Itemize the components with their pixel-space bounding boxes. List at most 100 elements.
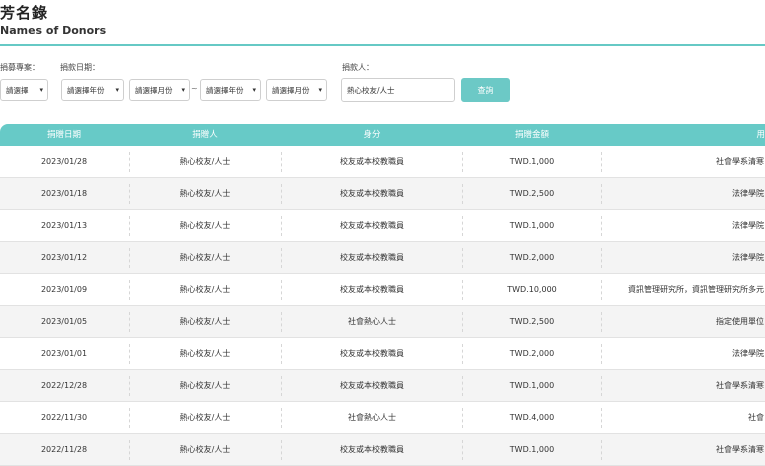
date-range-separator: ~ [191, 84, 198, 93]
table-row: 2023/01/09 熱心校友/人士 校友或本校教職員 TWD.10,000 資訊管理研… [0, 274, 765, 306]
year-to-select[interactable]: 請選擇年份 ▾ [200, 79, 261, 101]
cell-amount: TWD.1,000 [509, 445, 555, 454]
cell-date: 2022/11/30 [40, 413, 88, 422]
caret-down-icon: ▾ [181, 86, 185, 94]
column-divider [129, 344, 130, 364]
column-divider [462, 312, 463, 332]
table-row: 2022/12/28 熱心校友/人士 校友或本校教職員 TWD.1,000 社會學系清寒 [0, 370, 765, 402]
column-divider [281, 408, 282, 428]
table-row: 2023/01/05 熱心校友/人士 社會熱心人士 TWD.2,500 指定使用單位 [0, 306, 765, 338]
project-select[interactable]: 請選擇 ▾ [0, 79, 48, 101]
column-divider [281, 248, 282, 268]
cell-amount: TWD.2,500 [509, 189, 555, 198]
column-divider [281, 184, 282, 204]
caret-down-icon: ▾ [318, 86, 322, 94]
cell-purpose: 社會 [748, 413, 764, 422]
column-divider [601, 216, 602, 236]
cell-amount: TWD.10,000 [507, 285, 557, 294]
column-divider [281, 344, 282, 364]
donor-input[interactable]: 熱心校友/人士 [341, 78, 455, 102]
column-divider [601, 344, 602, 364]
header-identity: 身分 [363, 130, 381, 140]
cell-donor: 熱心校友/人士 [179, 285, 231, 294]
column-divider [129, 408, 130, 428]
column-divider [129, 376, 130, 396]
header-date: 捐贈日期 [46, 130, 81, 140]
table-row: 2022/11/28 熱心校友/人士 校友或本校教職員 TWD.1,000 社會學系清寒 [0, 434, 765, 466]
cell-amount: TWD.1,000 [509, 221, 555, 230]
cell-identity: 校友或本校教職員 [340, 189, 404, 198]
cell-purpose: 法律學院 [732, 221, 764, 230]
header-purpose: 用 [756, 130, 765, 140]
column-divider [462, 280, 463, 300]
month-from-value: 請選擇月份 [135, 85, 173, 95]
column-divider [462, 248, 463, 268]
year-to-value: 請選擇年份 [206, 85, 244, 95]
cell-donor: 熱心校友/人士 [179, 189, 231, 198]
cell-date: 2023/01/18 [40, 189, 88, 198]
cell-purpose: 法律學院 [732, 253, 764, 262]
project-filter-label: 捐募專案： [0, 63, 40, 72]
cell-date: 2023/01/12 [40, 253, 88, 262]
project-select-value: 請選擇 [6, 85, 29, 95]
cell-date: 2022/11/28 [40, 445, 88, 454]
header-amount: 捐贈金額 [514, 130, 549, 140]
column-divider [601, 248, 602, 268]
cell-date: 2023/01/09 [40, 285, 88, 294]
column-divider [462, 376, 463, 396]
column-divider [281, 152, 282, 172]
cell-amount: TWD.2,000 [509, 253, 555, 262]
cell-date: 2022/12/28 [40, 381, 88, 390]
table-row: 2023/01/18 熱心校友/人士 校友或本校教職員 TWD.2,500 法律學院 [0, 178, 765, 210]
cell-amount: TWD.1,000 [509, 157, 555, 166]
page-subtitle: Names of Donors [0, 24, 107, 37]
caret-down-icon: ▾ [115, 86, 119, 94]
cell-purpose: 社會學系清寒 [716, 381, 764, 390]
column-divider [462, 216, 463, 236]
query-button[interactable]: 查詢 [461, 78, 510, 102]
header-donor: 捐贈人 [192, 130, 218, 140]
cell-purpose: 法律學院 [732, 349, 764, 358]
month-from-select[interactable]: 請選擇月份 ▾ [129, 79, 190, 101]
column-divider [281, 216, 282, 236]
cell-identity: 社會熱心人士 [348, 413, 396, 422]
cell-identity: 校友或本校教職員 [340, 221, 404, 230]
month-to-value: 請選擇月份 [272, 85, 310, 95]
cell-donor: 熱心校友/人士 [179, 253, 231, 262]
table-row: 2023/01/01 熱心校友/人士 校友或本校教職員 TWD.2,000 法律學院 [0, 338, 765, 370]
cell-amount: TWD.2,000 [509, 349, 555, 358]
column-divider [281, 312, 282, 332]
column-divider [601, 312, 602, 332]
caret-down-icon: ▾ [39, 86, 43, 94]
cell-amount: TWD.4,000 [509, 413, 555, 422]
cell-identity: 社會熱心人士 [348, 317, 396, 326]
cell-identity: 校友或本校教職員 [340, 253, 404, 262]
cell-purpose: 法律學院 [732, 189, 764, 198]
column-divider [129, 184, 130, 204]
cell-donor: 熱心校友/人士 [179, 221, 231, 230]
year-from-select[interactable]: 請選擇年份 ▾ [61, 79, 124, 101]
cell-identity: 校友或本校教職員 [340, 381, 404, 390]
column-divider [601, 280, 602, 300]
column-divider [281, 376, 282, 396]
title-divider [0, 44, 765, 46]
cell-date: 2023/01/28 [40, 157, 88, 166]
column-divider [281, 440, 282, 460]
month-to-select[interactable]: 請選擇月份 ▾ [266, 79, 327, 101]
cell-identity: 校友或本校教職員 [340, 349, 404, 358]
column-divider [601, 440, 602, 460]
column-divider [601, 184, 602, 204]
cell-identity: 校友或本校教職員 [340, 445, 404, 454]
column-divider [462, 184, 463, 204]
column-divider [129, 440, 130, 460]
column-divider [462, 408, 463, 428]
cell-amount: TWD.1,000 [509, 381, 555, 390]
cell-identity: 校友或本校教職員 [340, 157, 404, 166]
cell-purpose: 資訊管理研究所，資訊管理研究所多元 [628, 285, 764, 294]
date-filter-label: 捐款日期： [60, 63, 100, 72]
cell-purpose: 社會學系清寒 [716, 445, 764, 454]
cell-date: 2023/01/01 [40, 349, 88, 358]
cell-donor: 熱心校友/人士 [179, 157, 231, 166]
page-title: 芳名錄 [0, 4, 49, 22]
year-from-value: 請選擇年份 [67, 85, 105, 95]
